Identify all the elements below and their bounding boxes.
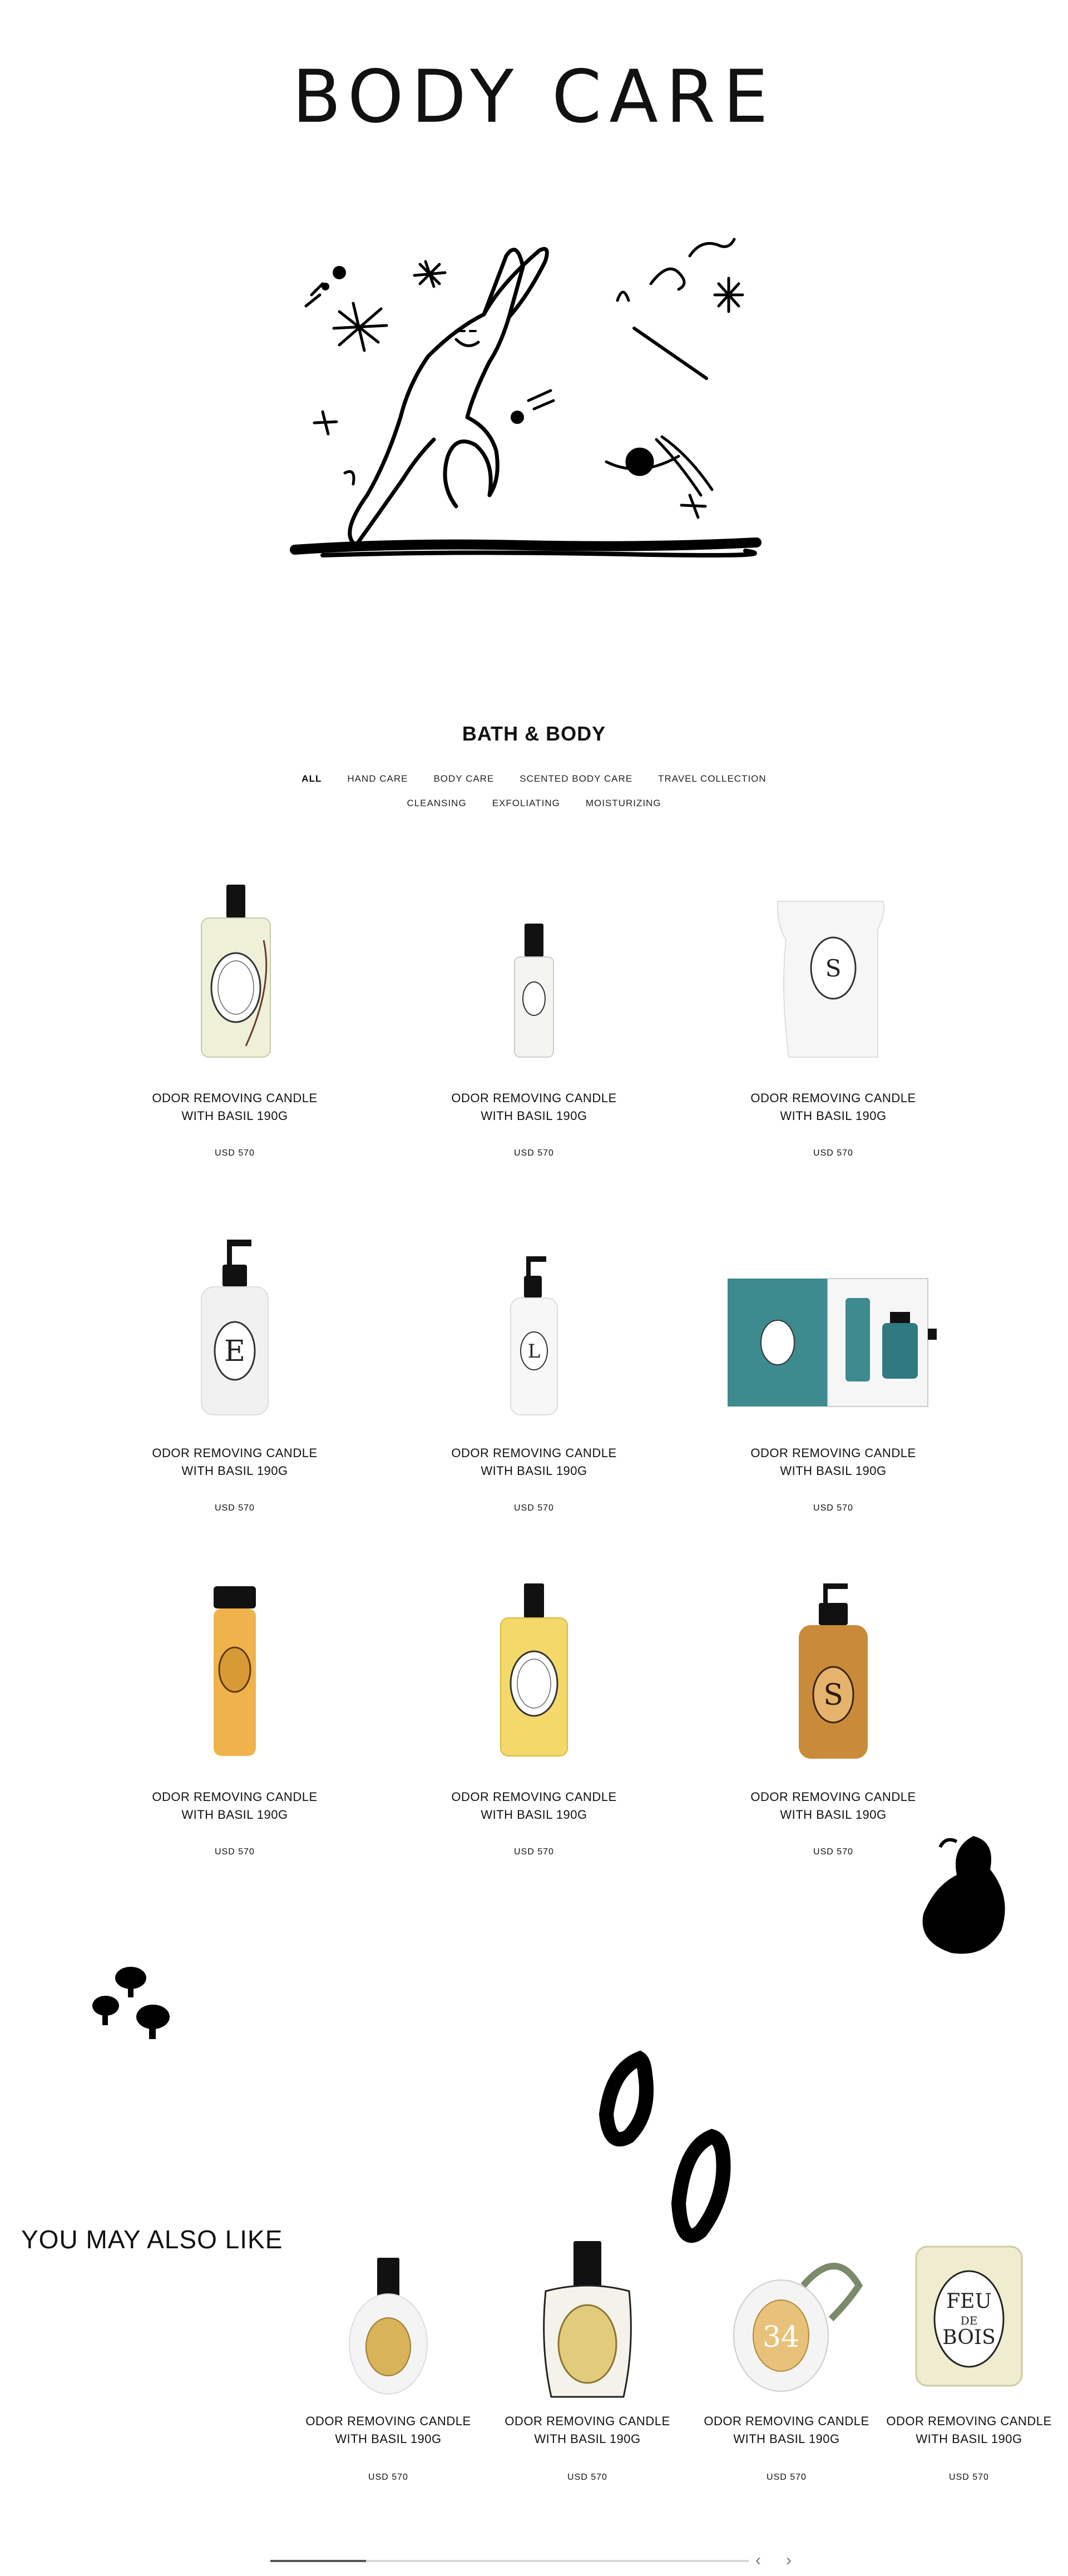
pear-blob-decoration	[922, 1836, 1005, 1954]
product-name[interactable]: ODOR REMOVING CANDLE WITH BASIL 190G	[493, 2412, 682, 2448]
product-price: USD 570	[215, 1847, 255, 1857]
product-price: USD 570	[514, 1847, 554, 1857]
product-price: USD 570	[813, 1148, 853, 1158]
filter-all[interactable]: ALL	[301, 773, 322, 784]
product-price: USD 570	[813, 1503, 853, 1513]
related-image[interactable]: FEU DE BOIS	[874, 2236, 1064, 2402]
product-image[interactable]: S	[716, 1578, 950, 1778]
related-card[interactable]: FEU DE BOIS ODOR REMOVING CANDLE WITH BAS…	[874, 2236, 1064, 2483]
product-price: USD 570	[514, 1148, 554, 1158]
product-image[interactable]: E	[118, 1234, 352, 1434]
chevron-left-icon[interactable]: ‹	[755, 2551, 761, 2570]
filter-cleansing[interactable]: CLEANSING	[407, 798, 466, 809]
carousel-progress-fill	[270, 2560, 366, 2562]
product-name[interactable]: ODOR REMOVING CANDLE WITH BASIL 190G	[118, 1444, 352, 1480]
product-card[interactable]: ODOR REMOVING CANDLE WITH BASIL 190G USD …	[417, 879, 651, 1158]
svg-text:BOIS: BOIS	[942, 2326, 996, 2349]
related-image[interactable]	[493, 2236, 682, 2402]
product-price: USD 570	[514, 1503, 554, 1513]
product-price: USD 570	[949, 2473, 989, 2482]
product-price: USD 570	[368, 2473, 408, 2482]
product-price: USD 570	[215, 1503, 255, 1513]
svg-text:34: 34	[763, 2321, 799, 2354]
product-name[interactable]: ODOR REMOVING CANDLE WITH BASIL 190G	[874, 2412, 1064, 2448]
svg-text:L: L	[528, 1340, 541, 1363]
filter-row-1: ALL HAND CARE BODY CARE SCENTED BODY CAR…	[301, 773, 766, 784]
chevron-right-icon[interactable]: ›	[786, 2551, 792, 2570]
filter-scented-body-care[interactable]: SCENTED BODY CARE	[520, 773, 632, 784]
carousel-progress[interactable]	[270, 2560, 749, 2562]
product-name[interactable]: ODOR REMOVING CANDLE WITH BASIL 190G	[417, 1444, 651, 1480]
svg-text:S: S	[825, 955, 842, 982]
product-name[interactable]: ODOR REMOVING CANDLE WITH BASIL 190G	[716, 1089, 950, 1125]
product-name[interactable]: ODOR REMOVING CANDLE WITH BASIL 190G	[716, 1788, 950, 1824]
svg-text:DE: DE	[961, 2314, 978, 2327]
product-name[interactable]: ODOR REMOVING CANDLE WITH BASIL 190G	[716, 1444, 950, 1480]
svg-text:FEU: FEU	[946, 2290, 992, 2313]
section-title: BATH & BODY	[462, 722, 606, 745]
related-card[interactable]: ODOR REMOVING CANDLE WITH BASIL 190G USD …	[294, 2236, 483, 2483]
product-card[interactable]: ODOR REMOVING CANDLE WITH BASIL 190G USD …	[716, 1234, 950, 1513]
filter-exfoliating[interactable]: EXFOLIATING	[492, 798, 560, 809]
product-card[interactable]: ODOR REMOVING CANDLE WITH BASIL 190G USD …	[417, 1578, 651, 1857]
filter-hand-care[interactable]: HAND CARE	[347, 773, 408, 784]
product-image[interactable]	[417, 879, 651, 1079]
related-image[interactable]	[294, 2236, 483, 2402]
product-image[interactable]	[417, 1578, 651, 1778]
product-price: USD 570	[767, 2473, 807, 2482]
product-name[interactable]: ODOR REMOVING CANDLE WITH BASIL 190G	[417, 1788, 651, 1824]
product-image[interactable]: S	[716, 879, 950, 1079]
product-image[interactable]	[118, 1578, 352, 1778]
product-price: USD 570	[567, 2473, 607, 2482]
hero-title: BODY CARE	[292, 55, 776, 140]
filter-moisturizing[interactable]: MOISTURIZING	[586, 798, 661, 809]
product-name[interactable]: ODOR REMOVING CANDLE WITH BASIL 190G	[118, 1089, 352, 1125]
product-image[interactable]	[716, 1234, 950, 1434]
product-card[interactable]: ODOR REMOVING CANDLE WITH BASIL 190G USD …	[118, 879, 352, 1158]
filter-body-care[interactable]: BODY CARE	[433, 773, 494, 784]
product-name[interactable]: ODOR REMOVING CANDLE WITH BASIL 190G	[692, 2412, 881, 2448]
product-name[interactable]: ODOR REMOVING CANDLE WITH BASIL 190G	[294, 2412, 483, 2448]
svg-text:S: S	[823, 1679, 843, 1712]
related-title: YOU MAY ALSO LIKE	[21, 2225, 283, 2254]
product-card[interactable]: S ODOR REMOVING CANDLE WITH BASIL 190G US…	[716, 879, 950, 1158]
product-name[interactable]: ODOR REMOVING CANDLE WITH BASIL 190G	[417, 1089, 651, 1125]
category-filters: ALL HAND CARE BODY CARE SCENTED BODY CAR…	[0, 773, 1068, 809]
product-card[interactable]: L ODOR REMOVING CANDLE WITH BASIL 190G US…	[417, 1234, 651, 1513]
related-card[interactable]: ODOR REMOVING CANDLE WITH BASIL 190G USD …	[493, 2236, 682, 2483]
product-name[interactable]: ODOR REMOVING CANDLE WITH BASIL 190G	[118, 1788, 352, 1824]
product-image[interactable]	[118, 879, 352, 1079]
filter-travel-collection[interactable]: TRAVEL COLLECTION	[658, 773, 767, 784]
related-image[interactable]: 34	[692, 2236, 881, 2402]
product-card[interactable]: S ODOR REMOVING CANDLE WITH BASIL 190G US…	[716, 1578, 950, 1857]
svg-text:E: E	[224, 1335, 245, 1368]
product-price: USD 570	[215, 1148, 255, 1158]
hero-illustration	[290, 238, 762, 557]
product-image[interactable]: L	[417, 1234, 651, 1434]
related-card[interactable]: 34 ODOR REMOVING CANDLE WITH BASIL 190G U…	[692, 2236, 881, 2483]
product-card[interactable]: ODOR REMOVING CANDLE WITH BASIL 190G USD …	[118, 1578, 352, 1857]
filter-row-2: CLEANSING EXFOLIATING MOISTURIZING	[407, 798, 661, 809]
product-card[interactable]: E ODOR REMOVING CANDLE WITH BASIL 190G US…	[118, 1234, 352, 1513]
mushroom-decoration	[92, 1967, 170, 2039]
